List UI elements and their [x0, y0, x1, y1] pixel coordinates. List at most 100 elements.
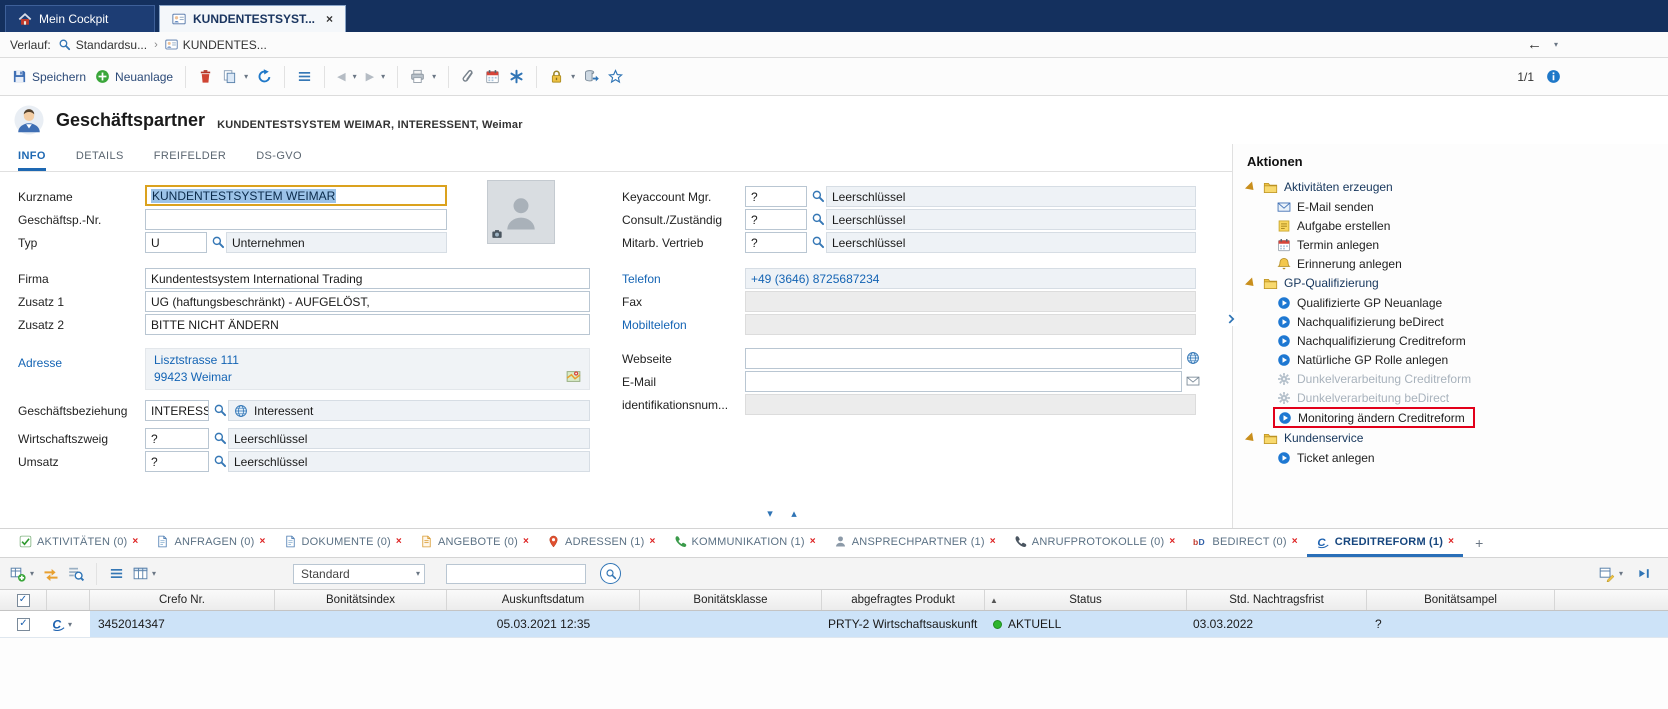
collapse-down-icon[interactable]: ▾ — [762, 506, 778, 520]
tab-anrufprotokolle[interactable]: ANRUFPROTOKOLLE (0) × — [1005, 529, 1185, 557]
attachment-button[interactable] — [461, 69, 476, 84]
tab-creditreform[interactable]: C CREDITREFORM (1) × — [1307, 529, 1463, 557]
panel-collapse-icon[interactable] — [1224, 312, 1238, 326]
typ-lookup-icon[interactable] — [211, 235, 225, 249]
geschaeftsbeziehung-lookup-icon[interactable] — [213, 403, 227, 417]
edit-list-settings-button[interactable]: ▾ — [1599, 566, 1623, 582]
consult-lookup-icon[interactable] — [811, 212, 825, 226]
action-item-nachqualifizierung-creditreform[interactable]: Nachqualifizierung Creditreform — [1245, 331, 1668, 350]
close-icon[interactable]: × — [1292, 536, 1298, 547]
tab-details[interactable]: DETAILS — [76, 144, 124, 171]
select-all-checkbox[interactable]: ✓ — [17, 594, 30, 607]
open-website-icon[interactable] — [1186, 351, 1200, 365]
caret-down-icon[interactable]: ▾ — [1554, 40, 1558, 49]
close-icon[interactable]: × — [523, 536, 529, 547]
adresse-line2[interactable]: 99423 Weimar — [154, 370, 232, 384]
calendar-button[interactable] — [485, 69, 500, 84]
close-icon[interactable]: × — [1448, 536, 1454, 547]
action-group-header[interactable]: Kundenservice — [1245, 428, 1668, 448]
window-tab-record[interactable]: KUNDENTESTSYST... × — [159, 5, 346, 32]
tab-bedirect[interactable]: bD BEDIRECT (0) × — [1184, 529, 1306, 557]
column-header-status[interactable]: ▲ Status — [985, 590, 1187, 610]
wirtschaftszweig-code-input[interactable]: ? — [145, 428, 209, 449]
column-header-std-nachtragsfrist[interactable]: Std. Nachtragsfrist — [1187, 590, 1367, 610]
adresse-line1[interactable]: Lisztstrasse 111 — [154, 353, 239, 367]
permissions-button[interactable]: ▾ — [549, 69, 575, 84]
close-icon[interactable]: × — [396, 536, 402, 547]
geschaeftsbeziehung-code-input[interactable]: INTERESSE — [145, 400, 209, 421]
tab-adressen[interactable]: ADRESSEN (1) × — [538, 529, 664, 557]
close-icon[interactable]: × — [990, 536, 996, 547]
actions-button[interactable] — [509, 69, 524, 84]
add-to-list-button[interactable]: ▾ — [10, 566, 34, 582]
map-icon[interactable] — [566, 369, 581, 384]
close-icon[interactable]: × — [259, 536, 265, 547]
zusatz2-input[interactable]: BITTE NICHT ÄNDERN — [145, 314, 590, 335]
tab-dokumente[interactable]: DOKUMENTE (0) × — [275, 529, 411, 557]
info-icon[interactable] — [1546, 69, 1561, 84]
umsatz-code-input[interactable]: ? — [145, 451, 209, 472]
previous-record-button[interactable]: ◀ ▾ — [337, 70, 356, 83]
list-view-button[interactable] — [297, 69, 312, 84]
action-item-nachqualifizierung-bedirect[interactable]: Nachqualifizierung beDirect — [1245, 312, 1668, 331]
refresh-button[interactable] — [257, 69, 272, 84]
action-item-email-senden[interactable]: E-Mail senden — [1245, 197, 1668, 216]
contact-photo-placeholder[interactable] — [487, 180, 555, 244]
list-menu-button[interactable] — [109, 566, 124, 581]
view-select[interactable]: Standard ▾ — [293, 564, 425, 584]
consult-code-input[interactable]: ? — [745, 209, 807, 230]
back-arrow-icon[interactable]: ← — [1527, 36, 1542, 53]
column-header-auskunftsdatum[interactable]: Auskunftsdatum — [447, 590, 640, 610]
action-group-header[interactable]: GP-Qualifizierung — [1245, 273, 1668, 293]
action-item-termin-anlegen[interactable]: Termin anlegen — [1245, 235, 1668, 254]
add-tab-button[interactable]: + — [1463, 529, 1495, 557]
print-button[interactable]: ▾ — [410, 69, 436, 84]
column-header-bonitaetsindex[interactable]: Bonitätsindex — [275, 590, 447, 610]
vertrieb-code-input[interactable]: ? — [745, 232, 807, 253]
history-item-record[interactable]: KUNDENTES... — [165, 38, 267, 52]
column-header-abgefragtes-produkt[interactable]: abgefragtes Produkt — [822, 590, 985, 610]
tab-info[interactable]: INFO — [18, 144, 46, 171]
tab-kommunikation[interactable]: KOMMUNIKATION (1) × — [665, 529, 825, 557]
vertrieb-lookup-icon[interactable] — [811, 235, 825, 249]
firma-input[interactable]: Kundentestsystem International Trading — [145, 268, 590, 289]
search-button[interactable] — [600, 563, 621, 584]
tab-ansprechpartner[interactable]: ANSPRECHPARTNER (1) × — [825, 529, 1005, 557]
search-in-list-button[interactable] — [68, 566, 84, 582]
transfer-button[interactable] — [43, 566, 59, 582]
tab-dsgvo[interactable]: DS-GVO — [256, 144, 302, 171]
adresse-label[interactable]: Adresse — [18, 352, 62, 373]
telefon-field[interactable]: +49 (3646) 8725687234 — [745, 268, 1196, 289]
webseite-input[interactable] — [745, 348, 1182, 369]
favorite-button[interactable] — [608, 69, 623, 84]
mobiltelefon-label[interactable]: Mobiltelefon — [622, 314, 687, 335]
action-item-aufgabe-erstellen[interactable]: Aufgabe erstellen — [1245, 216, 1668, 235]
table-row[interactable]: ✓ C ▾ 3452014347 05.03.2021 12:35 PRTY-2… — [0, 611, 1668, 638]
tab-angebote[interactable]: ANGEBOTE (0) × — [411, 529, 538, 557]
wirtschaftszweig-lookup-icon[interactable] — [213, 431, 227, 445]
collapse-list-panel-button[interactable] — [1637, 566, 1652, 581]
send-email-icon[interactable] — [1186, 374, 1200, 388]
action-item-qualifizierte-gp-neuanlage[interactable]: Qualifizierte GP Neuanlage — [1245, 293, 1668, 312]
action-group-header[interactable]: Aktivitäten erzeugen — [1245, 177, 1668, 197]
collapse-up-icon[interactable]: ▴ — [786, 506, 802, 520]
close-icon[interactable]: × — [326, 12, 333, 26]
search-input[interactable] — [446, 564, 586, 584]
action-item-natuerliche-gp-rolle-anlegen[interactable]: Natürliche GP Rolle anlegen — [1245, 350, 1668, 369]
gp-nr-input[interactable] — [145, 209, 447, 230]
column-settings-button[interactable]: ▾ — [133, 566, 156, 581]
close-icon[interactable]: × — [649, 536, 655, 547]
keyaccount-code-input[interactable]: ? — [745, 186, 807, 207]
keyaccount-lookup-icon[interactable] — [811, 189, 825, 203]
window-tab-cockpit[interactable]: Mein Cockpit — [5, 5, 155, 32]
tab-freifelder[interactable]: FREIFELDER — [154, 144, 226, 171]
copy-button[interactable]: ▾ — [222, 69, 248, 84]
column-header-bonitaetsklasse[interactable]: Bonitätsklasse — [640, 590, 822, 610]
column-header-crefo-nr[interactable]: Crefo Nr. — [90, 590, 275, 610]
tab-anfragen[interactable]: ANFRAGEN (0) × — [147, 529, 274, 557]
umsatz-lookup-icon[interactable] — [213, 454, 227, 468]
close-icon[interactable]: × — [1169, 536, 1175, 547]
row-checkbox[interactable]: ✓ — [17, 618, 30, 631]
next-record-button[interactable]: ▶ ▾ — [366, 70, 385, 83]
action-item-monitoring-aendern-creditreform[interactable]: Monitoring ändern Creditreform — [1273, 407, 1475, 428]
